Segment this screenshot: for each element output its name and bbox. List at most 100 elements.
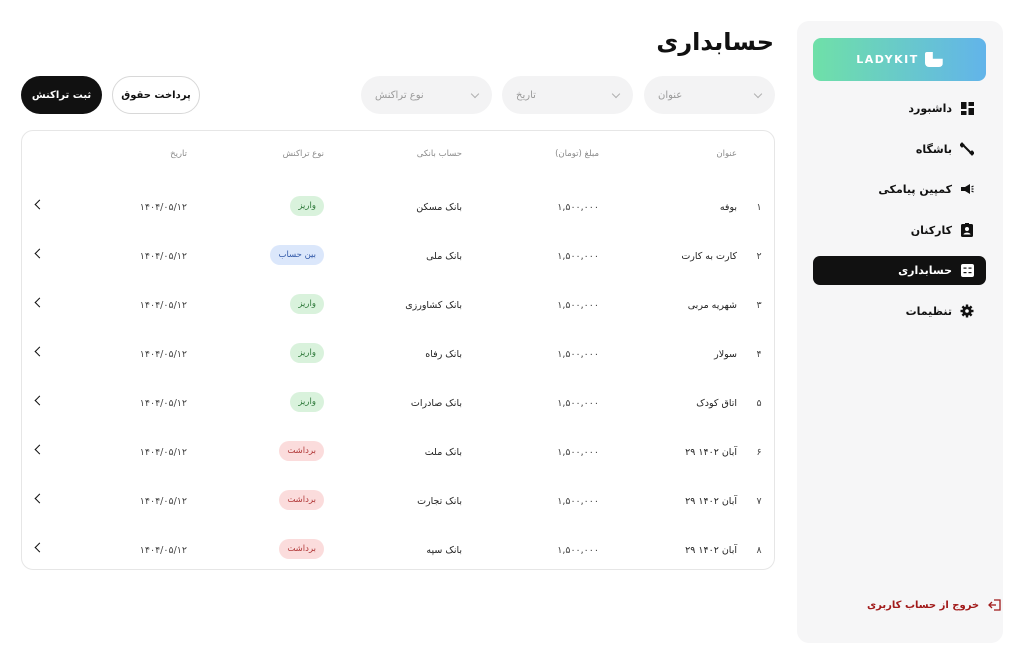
pay-salary-button[interactable]: پرداخت حقوق <box>112 76 200 114</box>
sidebar-item-label: کمپین پیامکی <box>878 183 952 196</box>
brand-logo[interactable]: LADYKIT <box>813 38 986 81</box>
column-header-amount: مبلغ (تومان) <box>555 149 599 159</box>
sidebar-item-label: داشبورد <box>908 102 952 115</box>
row-amount: ۱,۵۰۰,۰۰۰ <box>557 202 599 213</box>
table-row[interactable]: ۷ ۲۹ آبان ۱۴۰۲ ۱,۵۰۰,۰۰۰ بانک تجارت برداشت ۱۴… <box>22 488 774 518</box>
chevron-left-icon[interactable] <box>34 297 45 308</box>
row-title: ۲۹ آبان ۱۴۰۲ <box>685 447 737 458</box>
row-index: ۷ <box>756 496 762 507</box>
row-index: ۸ <box>756 545 762 556</box>
title-filter-select[interactable]: عنوان <box>644 76 775 114</box>
row-amount: ۱,۵۰۰,۰۰۰ <box>557 496 599 507</box>
chevron-left-icon[interactable] <box>34 248 45 259</box>
sidebar-item-label: باشگاه <box>915 142 952 156</box>
logout-label: خروج از حساب کاربری <box>867 599 980 611</box>
row-account: بانک سپه <box>426 545 462 556</box>
row-date: ۱۴۰۴/۰۵/۱۲ <box>139 300 187 311</box>
transaction-type-badge: برداشت <box>279 441 324 461</box>
table-row[interactable]: ۸ ۲۹ آبان ۱۴۰۲ ۱,۵۰۰,۰۰۰ بانک سپه برداشت ۱۴۰۴… <box>22 537 774 567</box>
chevron-left-icon[interactable] <box>34 493 45 504</box>
title-filter-placeholder: عنوان <box>658 89 683 101</box>
dumbbell-icon <box>960 142 974 156</box>
sidebar-item-accounting[interactable]: حسابداری <box>813 256 986 285</box>
row-index: ۳ <box>756 300 762 311</box>
sidebar-item-club[interactable]: باشگاه <box>813 135 986 164</box>
row-date: ۱۴۰۴/۰۵/۱۲ <box>139 496 187 507</box>
row-account: بانک ملت <box>424 447 462 458</box>
row-amount: ۱,۵۰۰,۰۰۰ <box>557 349 599 360</box>
sidebar-item-settings[interactable]: تنظیمات <box>813 297 986 326</box>
sidebar-item-label: تنظیمات <box>905 304 952 318</box>
row-account: بانک صادرات <box>410 398 462 409</box>
row-title: اتاق کودک <box>696 398 737 409</box>
row-title: سولار <box>714 349 737 360</box>
row-index: ۱ <box>756 202 762 213</box>
chevron-left-icon[interactable] <box>34 395 45 406</box>
sidebar: LADYKIT داشبورد باشگاه کمپین پیامکی کارک… <box>797 21 1003 643</box>
row-date: ۱۴۰۴/۰۵/۱۲ <box>139 447 187 458</box>
brand-logo-text: LADYKIT <box>856 53 919 66</box>
chevron-left-icon[interactable] <box>34 199 45 210</box>
row-index: ۲ <box>756 251 762 262</box>
row-date: ۱۴۰۴/۰۵/۱۲ <box>139 349 187 360</box>
row-date: ۱۴۰۴/۰۵/۱۲ <box>139 398 187 409</box>
transaction-type-badge: برداشت <box>279 539 324 559</box>
transaction-type-badge: واریز <box>290 392 324 412</box>
transaction-type-badge: واریز <box>290 294 324 314</box>
page-title: حسابداری <box>656 28 774 56</box>
sidebar-item-sms-campaign[interactable]: کمپین پیامکی <box>813 175 986 204</box>
row-date: ۱۴۰۴/۰۵/۱۲ <box>139 545 187 556</box>
row-index: ۶ <box>756 447 762 458</box>
logout-button[interactable]: خروج از حساب کاربری <box>867 598 1001 612</box>
row-index: ۴ <box>756 349 762 360</box>
logout-icon <box>987 598 1001 612</box>
transaction-type-badge: واریز <box>290 196 324 216</box>
id-badge-icon <box>960 223 974 237</box>
row-index: ۵ <box>756 398 762 409</box>
date-filter-placeholder: تاریخ <box>516 89 536 101</box>
row-title: شهریه مربی <box>687 300 737 311</box>
row-account: بانک تجارت <box>417 496 462 507</box>
type-filter-placeholder: نوع تراکنش <box>375 89 424 101</box>
dashboard-icon <box>960 102 974 116</box>
sidebar-nav: داشبورد باشگاه کمپین پیامکی کارکنان حساب… <box>813 94 986 337</box>
chevron-left-icon[interactable] <box>34 346 45 357</box>
row-title: بوفه <box>719 202 737 213</box>
row-title: ۲۹ آبان ۱۴۰۲ <box>685 496 737 507</box>
megaphone-icon <box>960 183 974 197</box>
add-transaction-button[interactable]: ثبت تراکنش <box>21 76 102 114</box>
row-title: ۲۹ آبان ۱۴۰۲ <box>685 545 737 556</box>
transaction-type-badge: بین حساب <box>270 245 324 265</box>
row-amount: ۱,۵۰۰,۰۰۰ <box>557 300 599 311</box>
column-header-date: تاریخ <box>170 149 187 159</box>
sidebar-item-label: حسابداری <box>898 264 952 277</box>
table-row[interactable]: ۱ بوفه ۱,۵۰۰,۰۰۰ بانک مسکن واریز ۱۴۰۴/۰۵/۱۲ <box>22 194 774 224</box>
row-account: بانک کشاورزی <box>405 300 462 311</box>
table-row[interactable]: ۵ اتاق کودک ۱,۵۰۰,۰۰۰ بانک صادرات واریز ۱۴۰۴/… <box>22 390 774 420</box>
chevron-left-icon[interactable] <box>34 542 45 553</box>
date-filter-select[interactable]: تاریخ <box>502 76 633 114</box>
row-account: بانک ملی <box>426 251 462 262</box>
type-filter-select[interactable]: نوع تراکنش <box>361 76 492 114</box>
table-row[interactable]: ۲ کارت به کارت ۱,۵۰۰,۰۰۰ بانک ملی بین حساب ۱۴… <box>22 243 774 273</box>
row-title: کارت به کارت <box>681 251 737 262</box>
table-row[interactable]: ۴ سولار ۱,۵۰۰,۰۰۰ بانک رفاه واریز ۱۴۰۴/۰۵/۱۲ <box>22 341 774 371</box>
row-account: بانک مسکن <box>416 202 462 213</box>
transaction-type-badge: واریز <box>290 343 324 363</box>
table-header: عنوان مبلغ (تومان) حساب بانکی نوع تراکنش… <box>22 149 774 163</box>
boot-icon <box>924 52 943 67</box>
sidebar-item-dashboard[interactable]: داشبورد <box>813 94 986 123</box>
table-row[interactable]: ۶ ۲۹ آبان ۱۴۰۲ ۱,۵۰۰,۰۰۰ بانک ملت برداشت ۱۴۰۴… <box>22 439 774 469</box>
gear-icon <box>960 304 974 318</box>
chevron-down-icon <box>753 89 763 98</box>
chevron-left-icon[interactable] <box>34 444 45 455</box>
calculator-icon <box>960 264 974 278</box>
table-row[interactable]: ۳ شهریه مربی ۱,۵۰۰,۰۰۰ بانک کشاورزی واریز ۱۴۰… <box>22 292 774 322</box>
transactions-table: عنوان مبلغ (تومان) حساب بانکی نوع تراکنش… <box>21 130 775 570</box>
column-header-account: حساب بانکی <box>416 149 462 159</box>
row-date: ۱۴۰۴/۰۵/۱۲ <box>139 202 187 213</box>
sidebar-item-staff[interactable]: کارکنان <box>813 216 986 245</box>
row-amount: ۱,۵۰۰,۰۰۰ <box>557 251 599 262</box>
row-account: بانک رفاه <box>425 349 462 360</box>
column-header-title: عنوان <box>716 149 737 159</box>
